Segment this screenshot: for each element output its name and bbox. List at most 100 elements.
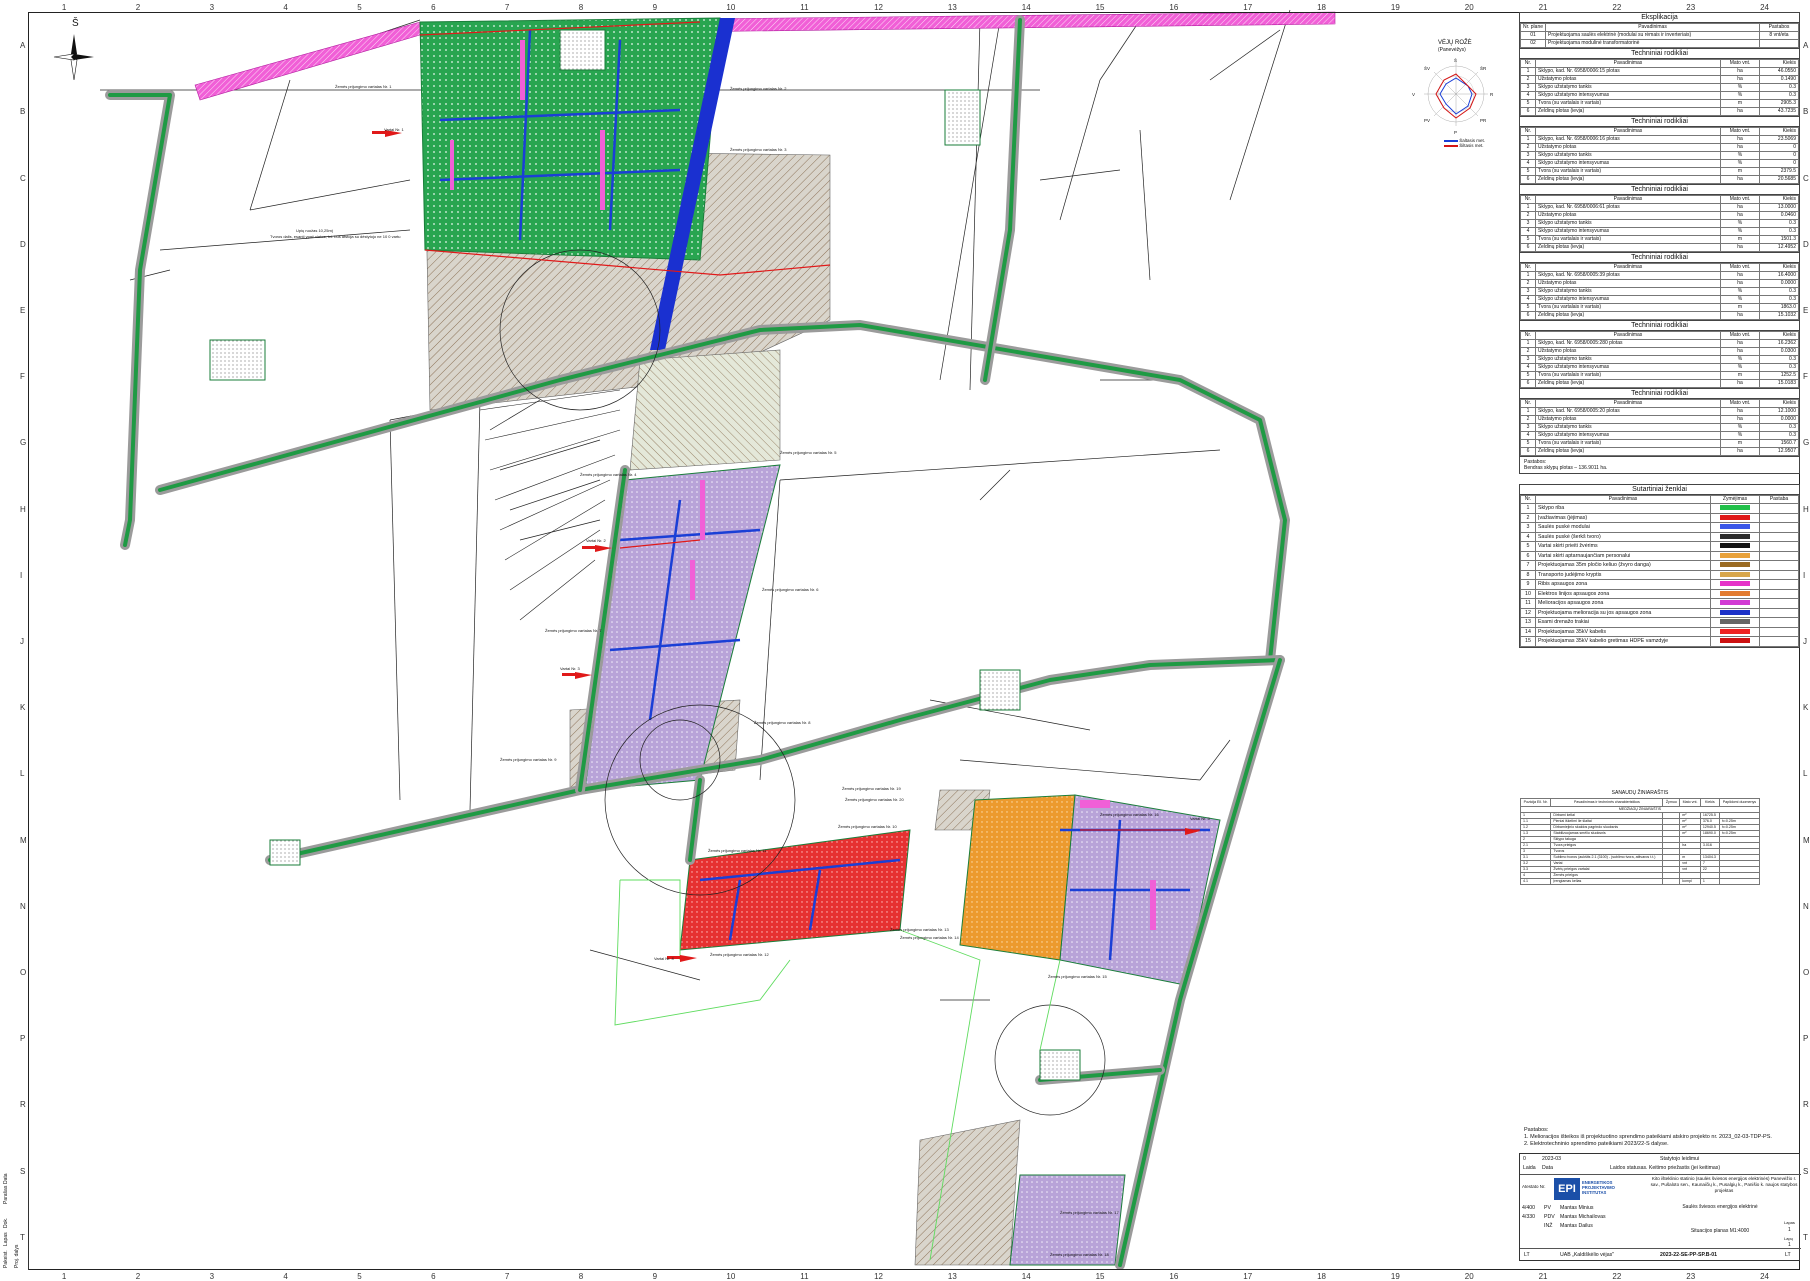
legend-swatch-icon bbox=[1720, 609, 1750, 615]
tech-table-cell: Sklypo užstatymo tankis bbox=[1535, 355, 1721, 364]
ledger-cell: 4.1 bbox=[1519, 878, 1552, 885]
tech-table-cell: % bbox=[1720, 227, 1760, 236]
tech-table-cell: 0.0000 bbox=[1759, 279, 1799, 288]
legend-note bbox=[1759, 598, 1799, 609]
staff-label: Atestato Nr. bbox=[1522, 1184, 1546, 1189]
tech-table-cell: 16.2362 bbox=[1759, 339, 1799, 348]
tech-table-header: Mato vnt. bbox=[1720, 331, 1760, 340]
wind-dir-label: P bbox=[1454, 130, 1458, 135]
legend-symbol bbox=[1710, 626, 1760, 637]
tech-table-header: Kiekis bbox=[1759, 263, 1799, 272]
tech-table-cell: Tvora (su vartalais ir vartais) bbox=[1535, 235, 1721, 244]
ledger-cell: Įrengiamas kelias bbox=[1550, 878, 1664, 885]
tech-table-cell: % bbox=[1720, 287, 1760, 296]
staff-1-name: Mantas Minius bbox=[1560, 1205, 1594, 1211]
table-row: 1 Sklypo, kad. Nr. 6958/0006:16 plotas ha 2… bbox=[1520, 135, 1799, 144]
legend-note bbox=[1759, 588, 1799, 599]
legend-nr: 11 bbox=[1520, 598, 1536, 609]
legend-note bbox=[1759, 569, 1799, 580]
expl-cell: 02 bbox=[1519, 39, 1547, 48]
legend-note bbox=[1759, 626, 1799, 637]
tech-table-cell: 3 bbox=[1520, 219, 1536, 228]
stamp-3: Dok. bbox=[3, 1217, 9, 1228]
tech-table-cell: ha bbox=[1720, 107, 1760, 116]
legend-swatch-icon bbox=[1720, 552, 1750, 558]
table-row: 1 Sklypo, kad. Nr. 6958/0006:15 plotas ha 4… bbox=[1520, 67, 1799, 76]
tech-table-cell: Sklypo užstatymo tankis bbox=[1535, 423, 1721, 432]
table-row: 2 Užstatymo plotas ha 0.0300 bbox=[1520, 347, 1799, 356]
column-number: 11 bbox=[800, 3, 809, 12]
legend-col-note: Pastaba bbox=[1759, 495, 1799, 504]
row-letter: C bbox=[1803, 173, 1809, 183]
column-number: 2 bbox=[135, 3, 141, 12]
tech-table-header: Mato vnt. bbox=[1720, 127, 1760, 136]
tech-table-cell: 1 bbox=[1520, 271, 1536, 280]
rev-h-laida: Laida bbox=[1523, 1165, 1536, 1171]
row-letter: E bbox=[1803, 305, 1809, 315]
ledger-header: Pavadinimas ir techninės charakteristiko… bbox=[1550, 798, 1664, 807]
design-part: Saulės šviesos energijos elektrinė bbox=[1682, 1204, 1758, 1210]
right-info-panel: Eksplikacija Nr. plane Pavadinimas Pasta… bbox=[1519, 12, 1800, 648]
legend-note bbox=[1759, 617, 1799, 628]
sheet-no: 1 bbox=[1788, 1227, 1791, 1233]
ledger-cell bbox=[1662, 878, 1681, 885]
label-transect-16: Žemės prijungimo vartalas Nr. 16 bbox=[1100, 812, 1159, 817]
wind-rose-title: VĖJŲ ROŽĖ bbox=[1438, 40, 1472, 46]
tech-table-cell: Sklypo užstatymo tankis bbox=[1535, 287, 1721, 296]
tech-table-header: Nr. bbox=[1520, 399, 1536, 408]
tech-table-cell: 1 bbox=[1520, 339, 1536, 348]
row-letter: O bbox=[1803, 968, 1810, 978]
label-transect-2: Žemės prijungimo vartalas Nr. 2 bbox=[730, 86, 787, 91]
legend-label: Saulės puskė (šerkš tvoro) bbox=[1535, 531, 1711, 542]
tech-table-cell: 5 bbox=[1520, 303, 1536, 312]
legend-note bbox=[1759, 579, 1799, 590]
general-notes: Pastabos: 1. Melioracijos išteikos iš pr… bbox=[1524, 1127, 1772, 1148]
row-letter: D bbox=[1803, 239, 1809, 249]
tech-table-cell: Želdinų plotas (ievja) bbox=[1535, 175, 1721, 184]
label-transect-6: Žemės prijungimo vartalas Nr. 6 bbox=[762, 587, 819, 592]
tech-table-header: Pavadinimas bbox=[1535, 399, 1721, 408]
tech-table-cell: 0.0000 bbox=[1759, 415, 1799, 424]
label-transect-9: Žemės prijungimo vartalas Nr. 9 bbox=[500, 757, 557, 762]
stamp-5: Data bbox=[3, 1173, 9, 1184]
label-transect-14: Žemės prijungimo vartalas Nr. 14 bbox=[900, 935, 959, 940]
materials-ledger: SANAUDŲ ŽINIARAŠTIS Pozicija Eil. Nr. Pav… bbox=[1519, 790, 1761, 885]
title-block: 0 2023-03 Statytojo leidimui Laida Data … bbox=[1519, 1153, 1801, 1261]
tech-table-cell: 0.3 bbox=[1759, 355, 1799, 364]
tech-table-cell: Užstatymo plotas bbox=[1535, 143, 1721, 152]
ledger-header: Kiekis bbox=[1699, 798, 1720, 807]
legend-row: 11 Melioracijos apsaugos zona bbox=[1520, 598, 1799, 609]
legend-label: Projektuojamas 35m pločio keliuo (žvyro … bbox=[1535, 560, 1711, 571]
legend-swatch-icon bbox=[1720, 600, 1750, 606]
ledger-cell: 1 bbox=[1699, 878, 1720, 885]
tech-table-header: Pavadinimas bbox=[1535, 59, 1721, 68]
label-transect-5: Žemės prijungimo vartalas Nr. 5 bbox=[780, 450, 837, 455]
tech-table-cell: 0.3 bbox=[1759, 91, 1799, 100]
legend-label: Vartai skirti aptarnaujančiam personalui bbox=[1535, 550, 1711, 561]
wind-dir-label: ŠV bbox=[1424, 66, 1431, 71]
tech-table-cell: ha bbox=[1720, 175, 1760, 184]
tech-table-cell: ha bbox=[1720, 311, 1760, 320]
row-letter: F bbox=[20, 372, 25, 382]
legend-symbol bbox=[1710, 550, 1760, 561]
legend-swatch-icon bbox=[1720, 533, 1750, 539]
row-letter: M bbox=[1803, 835, 1810, 845]
sheets-label: Lapų bbox=[1784, 1236, 1793, 1241]
tech-table-title: Techniniai rodikliai bbox=[1520, 185, 1799, 195]
legend-nr: 9 bbox=[1520, 579, 1536, 590]
legend-nr: 6 bbox=[1520, 550, 1536, 561]
tech-table-cell: 4 bbox=[1520, 363, 1536, 372]
tech-table-cell: 4 bbox=[1520, 159, 1536, 168]
tech-table-cell: m bbox=[1720, 439, 1760, 448]
legend-warm: Šiltasis met. bbox=[1459, 143, 1484, 148]
legend-row: 4 Saulės puskė (šerkš tvoro) bbox=[1520, 531, 1799, 542]
row-letter: H bbox=[1803, 504, 1809, 514]
expl-cell bbox=[1759, 39, 1799, 48]
staff-1-cert: 4/400 bbox=[1522, 1205, 1535, 1211]
column-number: 6 bbox=[431, 3, 436, 12]
tech-table-cell: ha bbox=[1720, 243, 1760, 252]
table-row: 3 Sklypo užstatymo tankis% 0 bbox=[1520, 151, 1799, 160]
tech-table-header: Mato vnt. bbox=[1720, 195, 1760, 204]
tech-table-cell: Sklypo užstatymo intensyvumas bbox=[1535, 159, 1721, 168]
tech-table-cell: ha bbox=[1720, 67, 1760, 76]
